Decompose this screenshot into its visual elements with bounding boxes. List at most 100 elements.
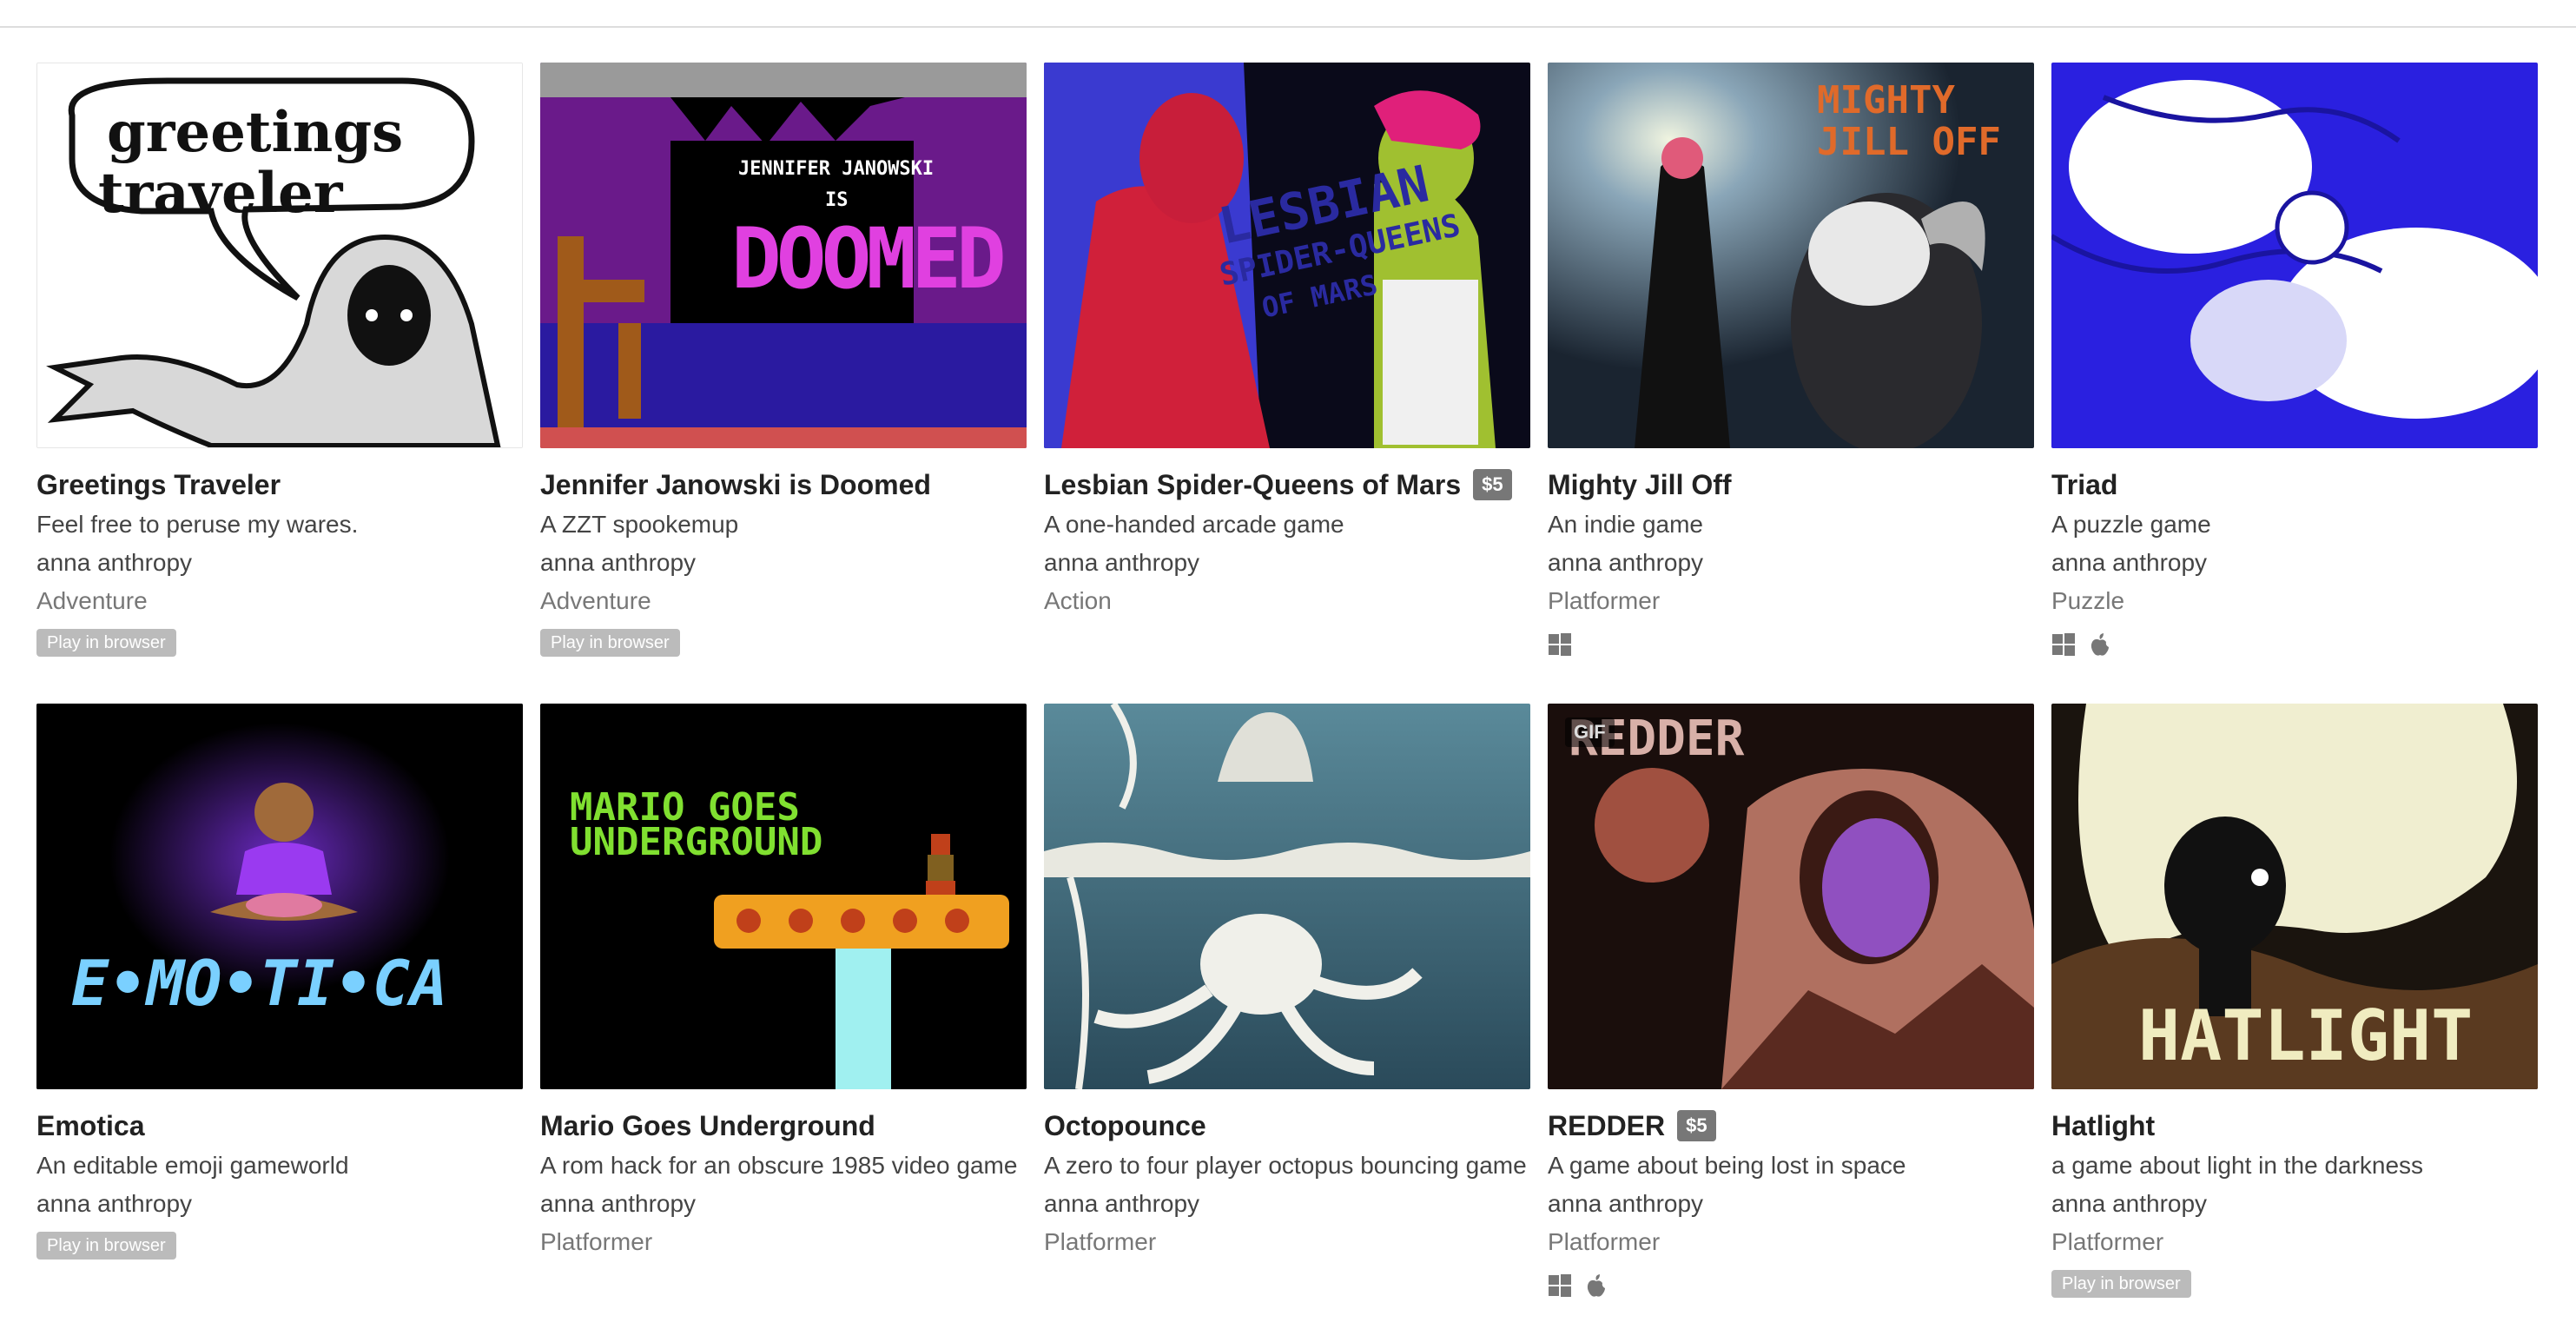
game-title[interactable]: Lesbian Spider-Queens of Mars	[1044, 466, 1461, 504]
price-badge: $5	[1677, 1110, 1716, 1141]
thumbnail-art	[2051, 63, 2538, 448]
game-card[interactable]: Triad A puzzle game anna anthropy Puzzle	[2051, 63, 2538, 688]
apple-icon	[2091, 633, 2109, 656]
game-author[interactable]: anna anthropy	[1548, 1187, 1703, 1221]
windows-icon	[1549, 1274, 1571, 1297]
game-title[interactable]: Mighty Jill Off	[1548, 466, 1732, 504]
play-in-browser-badge: Play in browser	[36, 1232, 176, 1260]
game-title[interactable]: REDDER	[1548, 1107, 1665, 1145]
game-thumbnail[interactable]: REDDER GIF	[1548, 704, 2034, 1089]
game-card[interactable]: REDDER GIF REDDER $5 A game about being …	[1548, 704, 2034, 1329]
platform-list	[2051, 632, 2112, 657]
play-in-browser-badge: Play in browser	[36, 629, 176, 657]
game-thumbnail[interactable]: MARIO GOES UNDERGROUND	[540, 704, 1027, 1089]
windows-icon	[1549, 633, 1571, 656]
game-thumbnail[interactable]: greetings traveler	[36, 63, 523, 448]
game-description: A one-handed arcade game	[1044, 511, 1344, 538]
game-genre: Puzzle	[2051, 587, 2125, 614]
game-thumbnail[interactable]: MIGHTY JILL OFF	[1548, 63, 2034, 448]
title-row: Emotica	[36, 1107, 144, 1145]
title-row: Mighty Jill Off	[1548, 466, 1732, 504]
game-title[interactable]: Mario Goes Underground	[540, 1107, 875, 1145]
grid-row: E•MO•TI•CA Emotica An editable emoji gam…	[36, 704, 2540, 1329]
thumbnail-caption-line: IS	[825, 189, 849, 211]
game-card[interactable]: HATLIGHT Hatlight a game about light in …	[2051, 704, 2538, 1329]
game-card[interactable]: MIGHTY JILL OFF Mighty Jill Off An indie…	[1548, 63, 2034, 688]
game-genre: Platformer	[540, 1228, 653, 1255]
game-thumbnail[interactable]: LESBIAN SPIDER-QUEENS OF MARS	[1044, 63, 1530, 448]
thumbnail-caption-line: JILL OFF	[1817, 120, 2001, 164]
game-title[interactable]: Greetings Traveler	[36, 466, 281, 504]
game-description: A zero to four player octopus bouncing g…	[1044, 1152, 1527, 1179]
game-thumbnail[interactable]: HATLIGHT	[2051, 704, 2538, 1089]
title-row: Octopounce	[1044, 1107, 1206, 1145]
game-thumbnail[interactable]: JENNIFER JANOWSKI IS DOOMED	[540, 63, 1027, 448]
platform-list	[1548, 1273, 1608, 1298]
game-card[interactable]: greetings traveler Greetings Traveler Fe…	[36, 63, 523, 688]
thumbnail-art	[540, 704, 1027, 1089]
title-row: Triad	[2051, 466, 2117, 504]
game-author[interactable]: anna anthropy	[2051, 545, 2207, 580]
title-row: Mario Goes Underground	[540, 1107, 875, 1145]
thumbnail-caption-line: traveler	[98, 161, 343, 226]
apple-icon	[1587, 1274, 1605, 1297]
grid-row: greetings traveler Greetings Traveler Fe…	[36, 63, 2540, 688]
thumbnail-caption-line: HATLIGHT	[2138, 995, 2474, 1076]
thumbnail-caption-line: UNDERGROUND	[570, 820, 823, 864]
game-thumbnail[interactable]	[1044, 704, 1530, 1089]
game-author[interactable]: anna anthropy	[1548, 545, 1703, 580]
game-genre: Action	[1044, 587, 1112, 614]
game-title[interactable]: Emotica	[36, 1107, 144, 1145]
title-row: Lesbian Spider-Queens of Mars $5	[1044, 466, 1512, 504]
game-author[interactable]: anna anthropy	[1044, 1187, 1199, 1221]
windows-icon	[2052, 633, 2075, 656]
game-description: A game about being lost in space	[1548, 1152, 1906, 1179]
thumbnail-art	[1044, 704, 1530, 1089]
game-genre: Platformer	[2051, 1228, 2164, 1255]
play-in-browser-badge: Play in browser	[2051, 1270, 2191, 1298]
game-card[interactable]: Octopounce A zero to four player octopus…	[1044, 704, 1530, 1329]
thumbnail-caption-line: DOOMED	[731, 210, 1007, 307]
game-card[interactable]: JENNIFER JANOWSKI IS DOOMED Jennifer Jan…	[540, 63, 1027, 688]
price-badge: $5	[1473, 469, 1512, 500]
thumbnail-art	[36, 704, 523, 1089]
game-card[interactable]: LESBIAN SPIDER-QUEENS OF MARS Lesbian Sp…	[1044, 63, 1530, 688]
game-description: Feel free to peruse my wares.	[36, 511, 359, 538]
platform-list	[1548, 632, 1572, 657]
thumbnail-caption-line: greetings	[107, 100, 404, 165]
game-author[interactable]: anna anthropy	[36, 1187, 192, 1221]
game-description: An editable emoji gameworld	[36, 1152, 349, 1179]
title-row: Jennifer Janowski is Doomed	[540, 466, 931, 504]
game-title[interactable]: Hatlight	[2051, 1107, 2155, 1145]
game-genre: Adventure	[36, 587, 148, 614]
play-in-browser-badge: Play in browser	[540, 629, 680, 657]
game-title[interactable]: Octopounce	[1044, 1107, 1206, 1145]
game-thumbnail[interactable]	[2051, 63, 2538, 448]
game-author[interactable]: anna anthropy	[2051, 1187, 2207, 1221]
game-description: An indie game	[1548, 511, 1704, 538]
game-author[interactable]: anna anthropy	[36, 545, 192, 580]
game-thumbnail[interactable]: E•MO•TI•CA	[36, 704, 523, 1089]
game-genre: Adventure	[540, 587, 651, 614]
game-genre: Platformer	[1548, 1228, 1661, 1255]
gif-label: GIF	[1565, 717, 1615, 747]
game-description: A puzzle game	[2051, 511, 2211, 538]
game-title[interactable]: Triad	[2051, 466, 2117, 504]
game-card[interactable]: MARIO GOES UNDERGROUND Mario Goes Underg…	[540, 704, 1027, 1329]
thumbnail-caption-line: E•MO•TI•CA	[71, 947, 448, 1020]
game-description: A rom hack for an obscure 1985 video gam…	[540, 1152, 1018, 1179]
game-genre: Platformer	[1044, 1228, 1157, 1255]
game-author[interactable]: anna anthropy	[1044, 545, 1199, 580]
game-card[interactable]: E•MO•TI•CA Emotica An editable emoji gam…	[36, 704, 523, 1329]
game-author[interactable]: anna anthropy	[540, 545, 696, 580]
game-description: A ZZT spookemup	[540, 511, 739, 538]
title-row: Hatlight	[2051, 1107, 2155, 1145]
game-description: a game about light in the darkness	[2051, 1152, 2424, 1179]
top-divider	[0, 26, 2576, 28]
title-row: Greetings Traveler	[36, 466, 281, 504]
game-title[interactable]: Jennifer Janowski is Doomed	[540, 466, 931, 504]
game-author[interactable]: anna anthropy	[540, 1187, 696, 1221]
thumbnail-caption-line: JENNIFER JANOWSKI	[738, 158, 935, 180]
title-row: REDDER $5	[1548, 1107, 1716, 1145]
thumbnail-caption-line: MIGHTY	[1817, 78, 1955, 122]
